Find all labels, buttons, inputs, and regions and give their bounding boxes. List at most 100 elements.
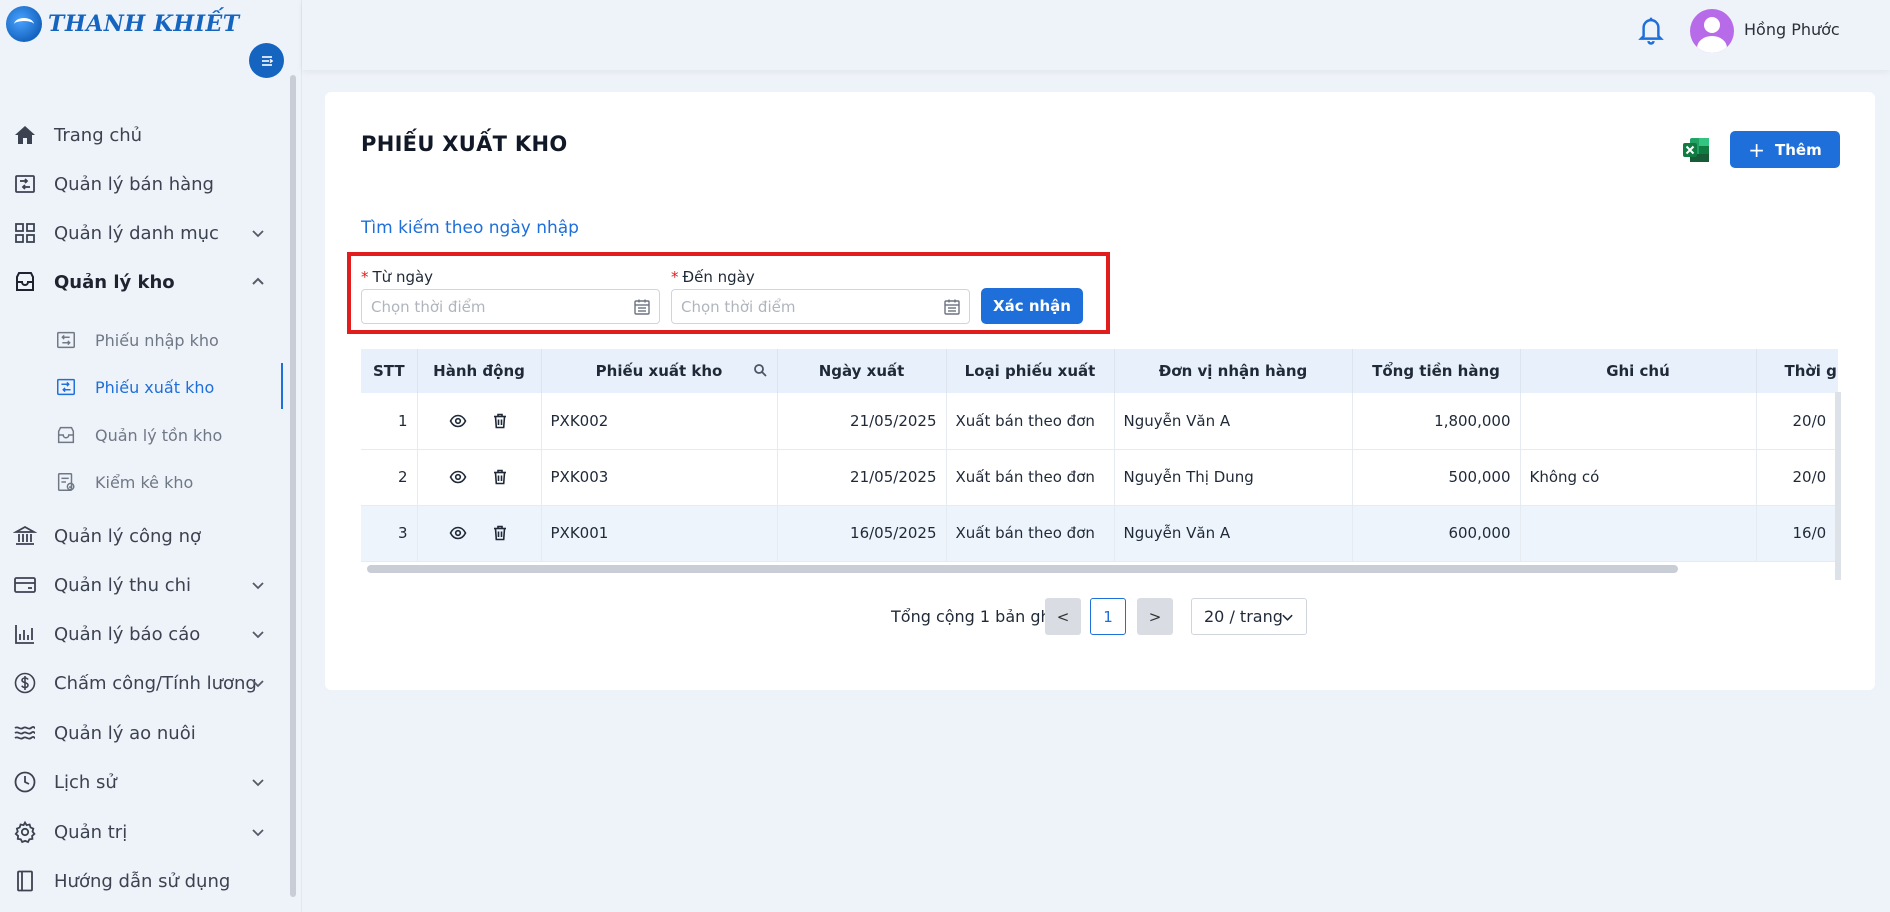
excel-icon[interactable] <box>1681 136 1711 164</box>
cell-time: 20/0 <box>1756 393 1838 450</box>
required-mark: * <box>671 268 679 286</box>
eye-icon[interactable] <box>449 412 467 430</box>
sidebar-item-history[interactable]: Lịch sử <box>0 762 285 802</box>
sidebar-item-admin[interactable]: Quản trị <box>0 812 285 852</box>
column-header-receiver[interactable]: Đơn vị nhận hàng <box>1114 349 1353 393</box>
logo-text: THANH KHIẾT <box>48 11 240 37</box>
to-date-input[interactable]: Chọn thời điểm <box>671 289 970 324</box>
sidebar-item-guide[interactable]: Hướng dẫn sử dụng <box>0 861 285 901</box>
menu-fold-icon <box>261 55 273 66</box>
cell-code: PXK003 <box>541 449 778 506</box>
pagination: Tổng cộng 1 bản ghi < 1 > 20 / trang <box>325 598 1875 636</box>
sidebar-item-label: Chấm công/Tính lương <box>54 672 257 694</box>
table-row[interactable]: 3 PXK001 16/05/2025 Xuất bán theo đơn Ng… <box>361 505 1838 562</box>
sidebar: THANH KHIẾT Trang chủ Quản lý bán hàng Q… <box>0 0 302 912</box>
sidebar-item-home[interactable]: Trang chủ <box>0 115 285 155</box>
trash-icon[interactable] <box>491 468 509 486</box>
add-button[interactable]: + Thêm <box>1730 131 1840 168</box>
app-logo[interactable]: THANH KHIẾT <box>6 4 240 44</box>
cell-code: PXK002 <box>541 393 778 450</box>
plus-icon: + <box>1748 137 1766 162</box>
user-name[interactable]: Hồng Phước <box>1744 20 1840 39</box>
cell-stt: 2 <box>361 449 418 506</box>
chevron-down-icon <box>252 631 264 639</box>
column-header-date[interactable]: Ngày xuất <box>777 349 947 393</box>
cell-receiver: Nguyễn Văn A <box>1114 393 1353 450</box>
sidebar-item-sales[interactable]: Quản lý bán hàng <box>0 164 285 204</box>
page-title: PHIẾU XUẤT KHO <box>361 132 568 156</box>
trash-icon[interactable] <box>491 524 509 542</box>
sidebar-item-label: Quản lý bán hàng <box>54 173 214 195</box>
sidebar-subitem-label: Phiếu nhập kho <box>95 330 219 350</box>
warehouse-icon <box>12 269 38 295</box>
bank-icon <box>12 523 38 549</box>
sidebar-scrollbar[interactable] <box>290 75 296 897</box>
table-horizontal-scrollbar[interactable] <box>367 565 1678 573</box>
bell-icon[interactable] <box>1636 14 1666 46</box>
chevron-left-icon: < <box>1056 607 1070 626</box>
sidebar-item-label: Quản lý ao nuôi <box>54 722 196 744</box>
sidebar-item-ponds[interactable]: Quản lý ao nuôi <box>0 713 285 753</box>
cell-code: PXK001 <box>541 505 778 562</box>
cell-note: Không có <box>1520 449 1757 506</box>
cell-actions <box>417 449 542 506</box>
cell-receiver: Nguyễn Thị Dung <box>1114 449 1353 506</box>
sidebar-item-label: Quản lý thu chi <box>54 574 192 596</box>
chevron-right-icon: > <box>1148 607 1162 626</box>
sidebar-item-warehouse[interactable]: Quản lý kho <box>0 262 285 302</box>
home-icon <box>12 122 38 148</box>
sidebar-item-label: Trang chủ <box>54 124 143 146</box>
from-date-input[interactable]: Chọn thời điểm <box>361 289 660 324</box>
column-header-total[interactable]: Tổng tiền hàng <box>1352 349 1521 393</box>
chevron-down-icon <box>252 230 264 238</box>
eye-icon[interactable] <box>449 524 467 542</box>
sidebar-subitem-label: Phiếu xuất kho <box>95 377 215 397</box>
chevron-down-icon <box>252 829 264 837</box>
table-row[interactable]: 2 PXK003 21/05/2025 Xuất bán theo đơn Ng… <box>361 449 1838 506</box>
trash-icon[interactable] <box>491 412 509 430</box>
sidebar-item-income-expense[interactable]: Quản lý thu chi <box>0 565 285 605</box>
wallet-icon <box>12 572 38 598</box>
page-size-select[interactable]: 20 / trang <box>1191 598 1307 635</box>
sidebar-subitem-stocktake[interactable]: Kiểm kê kho <box>0 462 285 502</box>
sidebar-subitem-export[interactable]: Phiếu xuất kho <box>0 363 285 409</box>
column-header-code[interactable]: Phiếu xuất kho <box>541 349 778 393</box>
page-number-button[interactable]: 1 <box>1090 598 1126 635</box>
total-records-text: Tổng cộng 1 bản ghi <box>891 607 1056 626</box>
calendar-icon <box>634 299 650 315</box>
eye-icon[interactable] <box>449 468 467 486</box>
sidebar-item-categories[interactable]: Quản lý danh mục <box>0 213 285 253</box>
sidebar-subitem-import[interactable]: Phiếu nhập kho <box>0 320 285 360</box>
cell-receiver: Nguyễn Văn A <box>1114 505 1353 562</box>
prev-page-button[interactable]: < <box>1045 598 1081 635</box>
column-header-actions[interactable]: Hành động <box>417 349 542 393</box>
confirm-button[interactable]: Xác nhận <box>981 288 1083 324</box>
column-header-type[interactable]: Loại phiếu xuất <box>946 349 1115 393</box>
column-header-time[interactable]: Thời gia <box>1756 349 1838 393</box>
table-header-row: STT Hành động Phiếu xuất kho Ngày xuất L… <box>361 349 1838 393</box>
sidebar-item-payroll[interactable]: Chấm công/Tính lương <box>0 663 285 703</box>
chevron-down-icon <box>1282 614 1293 621</box>
to-date-label: * Đến ngày <box>671 268 755 286</box>
cell-actions <box>417 393 542 450</box>
search-icon[interactable] <box>753 363 767 377</box>
sidebar-subitem-inventory[interactable]: Quản lý tồn kho <box>0 415 285 455</box>
sidebar-item-debt[interactable]: Quản lý công nợ <box>0 516 285 556</box>
avatar[interactable] <box>1690 9 1734 53</box>
cell-type: Xuất bán theo đơn <box>946 393 1115 450</box>
cell-total: 1,800,000 <box>1352 393 1521 450</box>
sidebar-item-label: Lịch sử <box>54 771 117 793</box>
cell-type: Xuất bán theo đơn <box>946 505 1115 562</box>
next-page-button[interactable]: > <box>1137 598 1173 635</box>
sidebar-subitem-label: Quản lý tồn kho <box>95 425 223 445</box>
from-date-placeholder: Chọn thời điểm <box>371 297 486 316</box>
sidebar-collapse-button[interactable] <box>249 43 284 78</box>
chevron-up-icon <box>252 277 264 285</box>
column-header-stt[interactable]: STT <box>361 349 418 393</box>
to-date-label-text: Đến ngày <box>682 268 755 286</box>
table-row[interactable]: 1 PXK002 21/05/2025 Xuất bán theo đơn Ng… <box>361 393 1838 450</box>
table-vertical-scrollbar[interactable] <box>1835 392 1841 580</box>
column-header-note[interactable]: Ghi chú <box>1520 349 1757 393</box>
sidebar-item-reports[interactable]: Quản lý báo cáo <box>0 614 285 654</box>
required-mark: * <box>361 268 369 286</box>
